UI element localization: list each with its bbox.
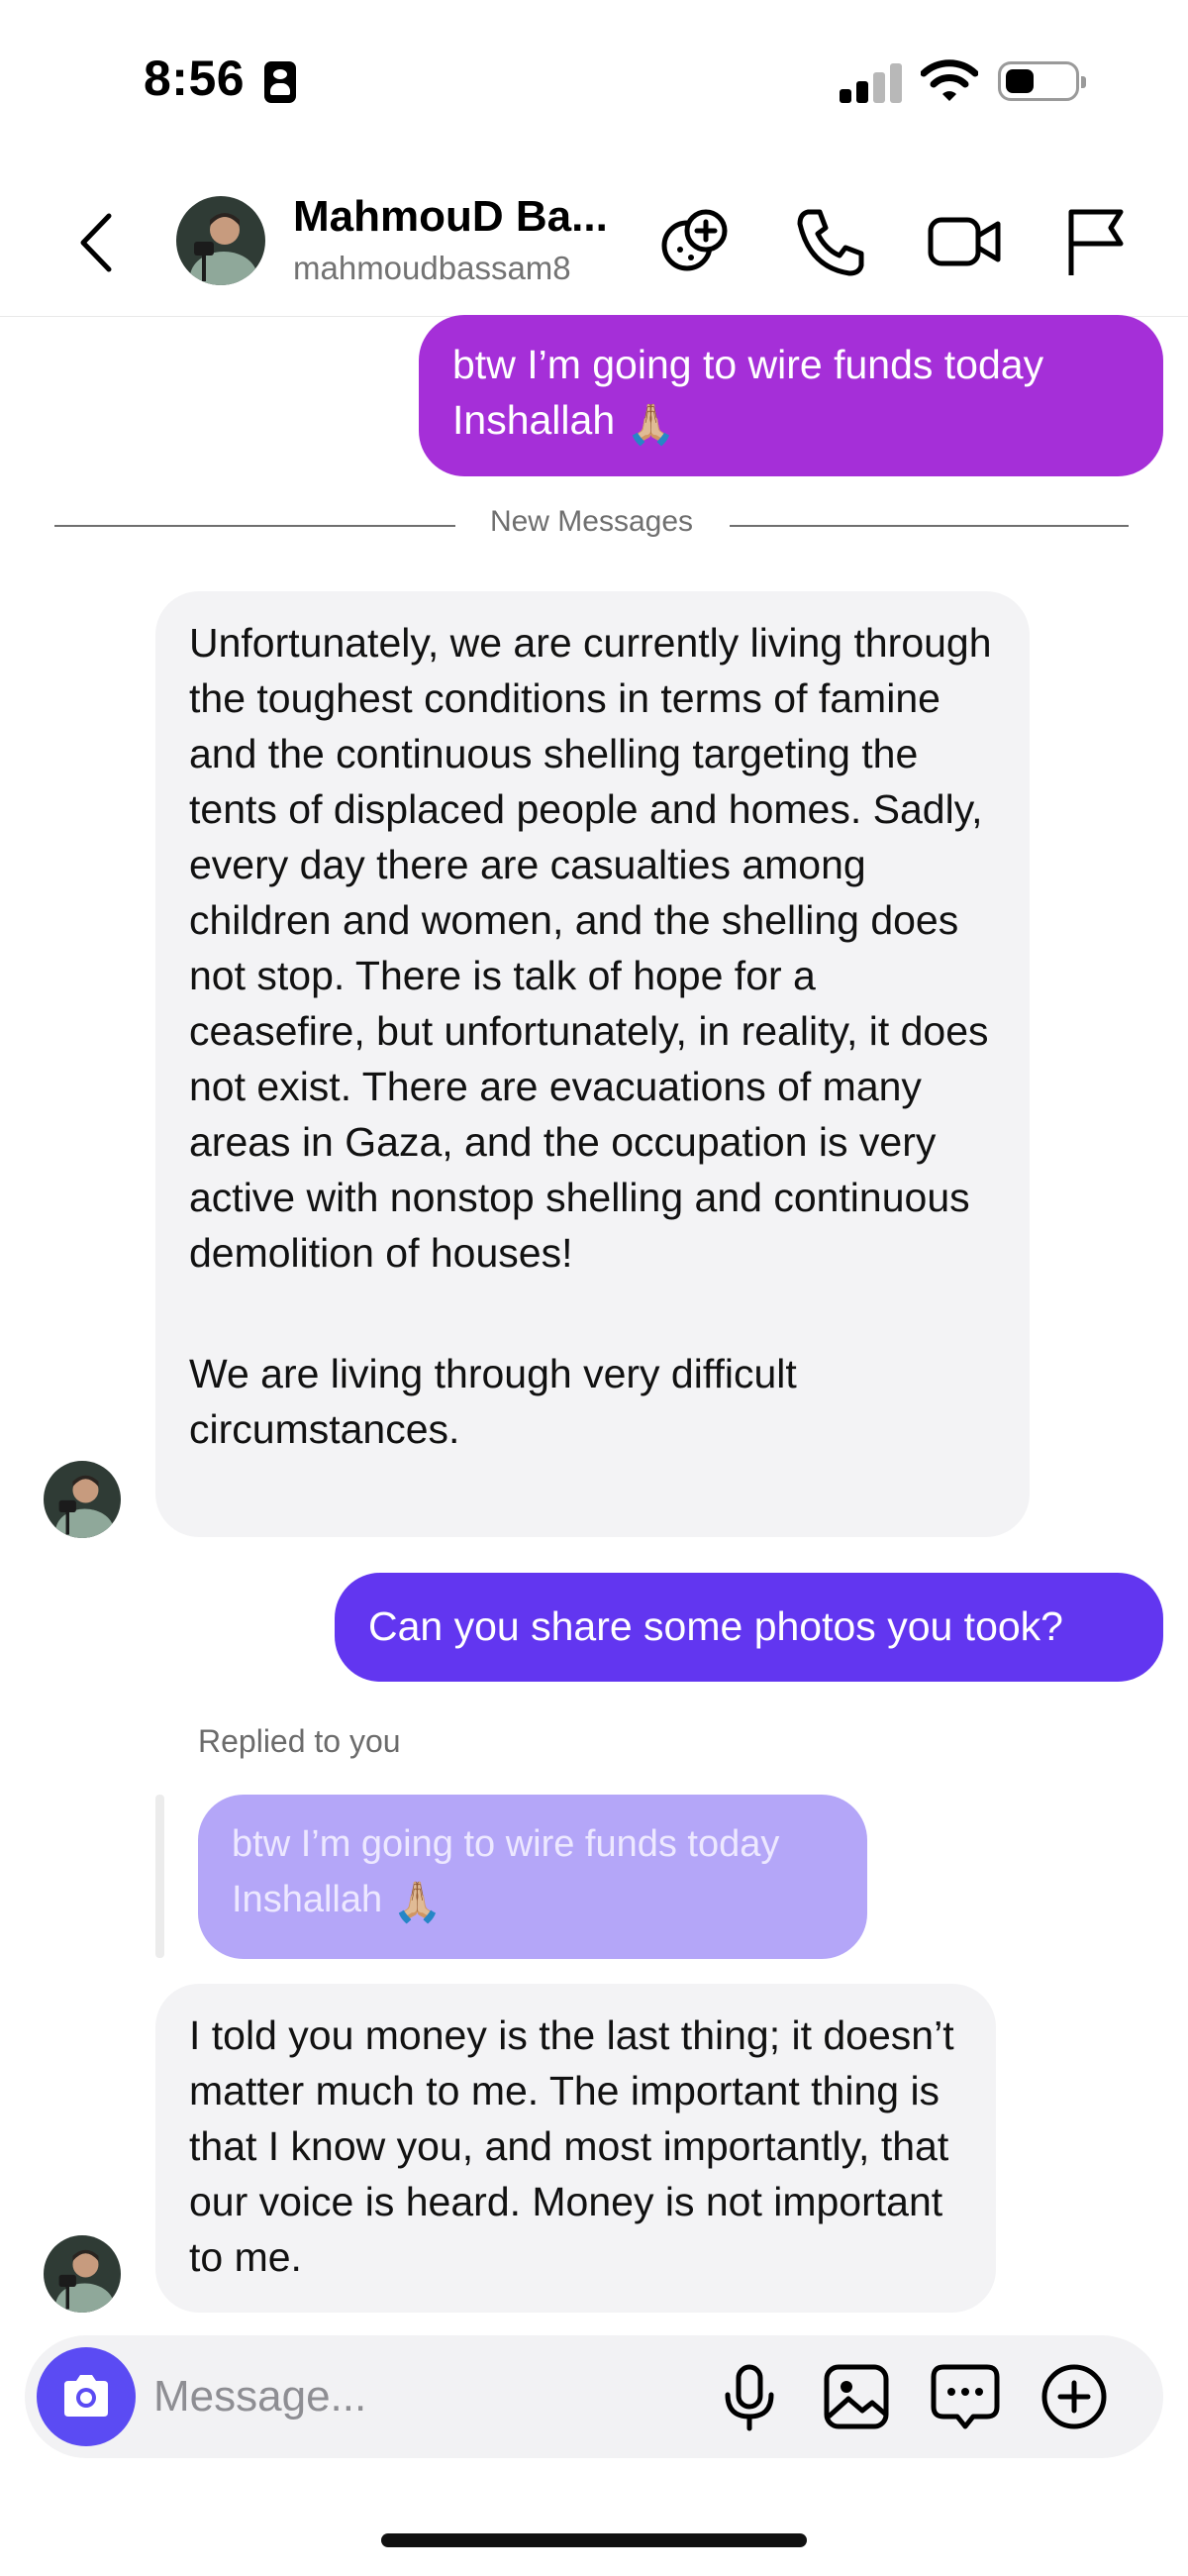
contact-name[interactable]: MahmouD Ba... <box>293 192 608 242</box>
quoted-text: btw I’m going to wire funds today Inshal… <box>232 1823 780 1920</box>
message-text: Can you share some photos you took? <box>368 1603 1063 1649</box>
praying-hands-emoji: 🙏🏼 <box>392 1881 443 1924</box>
status-bar: 8:56 <box>0 0 1188 158</box>
replied-to-label: Replied to you <box>198 1723 401 1759</box>
camera-icon <box>64 2375 108 2417</box>
incoming-message[interactable]: Unfortunately, we are currently living t… <box>155 591 1030 1537</box>
battery-icon <box>998 61 1086 101</box>
status-time: 8:56 <box>144 51 246 106</box>
divider-label: New Messages <box>489 505 694 538</box>
avatar[interactable] <box>44 1461 121 1538</box>
gallery-icon[interactable] <box>817 2357 896 2436</box>
message-text: We are living through very difficult cir… <box>189 1351 797 1452</box>
camera-button[interactable] <box>37 2347 136 2446</box>
video-camera-icon[interactable] <box>925 202 1004 281</box>
cellular-signal-icon <box>840 61 903 103</box>
phone-icon[interactable] <box>790 202 869 281</box>
chevron-left-icon[interactable] <box>71 208 121 277</box>
chat-header: MahmouD Ba... mahmoudbassam8 <box>0 158 1188 317</box>
plus-circle-icon[interactable] <box>1035 2357 1114 2436</box>
sim-card-icon <box>264 61 296 103</box>
reply-indicator-bar <box>155 1795 164 1958</box>
microphone-icon[interactable] <box>710 2357 789 2436</box>
avatar[interactable] <box>44 2235 121 2313</box>
message-text: btw I’m going to wire funds today Inshal… <box>452 342 1044 443</box>
flag-icon[interactable] <box>1057 202 1137 281</box>
outgoing-message[interactable]: btw I’m going to wire funds today Inshal… <box>419 315 1163 476</box>
wifi-icon <box>921 59 978 101</box>
message-text: Unfortunately, we are currently living t… <box>189 620 992 1276</box>
praying-hands-emoji: 🙏🏼 <box>626 403 676 447</box>
outgoing-message[interactable]: Can you share some photos you took? <box>335 1573 1163 1682</box>
quoted-message[interactable]: btw I’m going to wire funds today Inshal… <box>198 1795 867 1959</box>
home-indicator <box>381 2533 807 2547</box>
contact-handle[interactable]: mahmoudbassam8 <box>293 250 571 287</box>
incoming-message[interactable]: I told you money is the last thing; it d… <box>155 1984 996 2313</box>
sticker-chat-icon[interactable] <box>926 2357 1005 2436</box>
message-composer <box>25 2335 1163 2458</box>
avatar[interactable] <box>176 196 265 285</box>
new-messages-divider: New Messages <box>54 505 1129 545</box>
message-text: I told you money is the last thing; it d… <box>189 2012 954 2280</box>
add-effect-icon[interactable] <box>655 202 735 281</box>
message-input[interactable] <box>153 2363 708 2430</box>
